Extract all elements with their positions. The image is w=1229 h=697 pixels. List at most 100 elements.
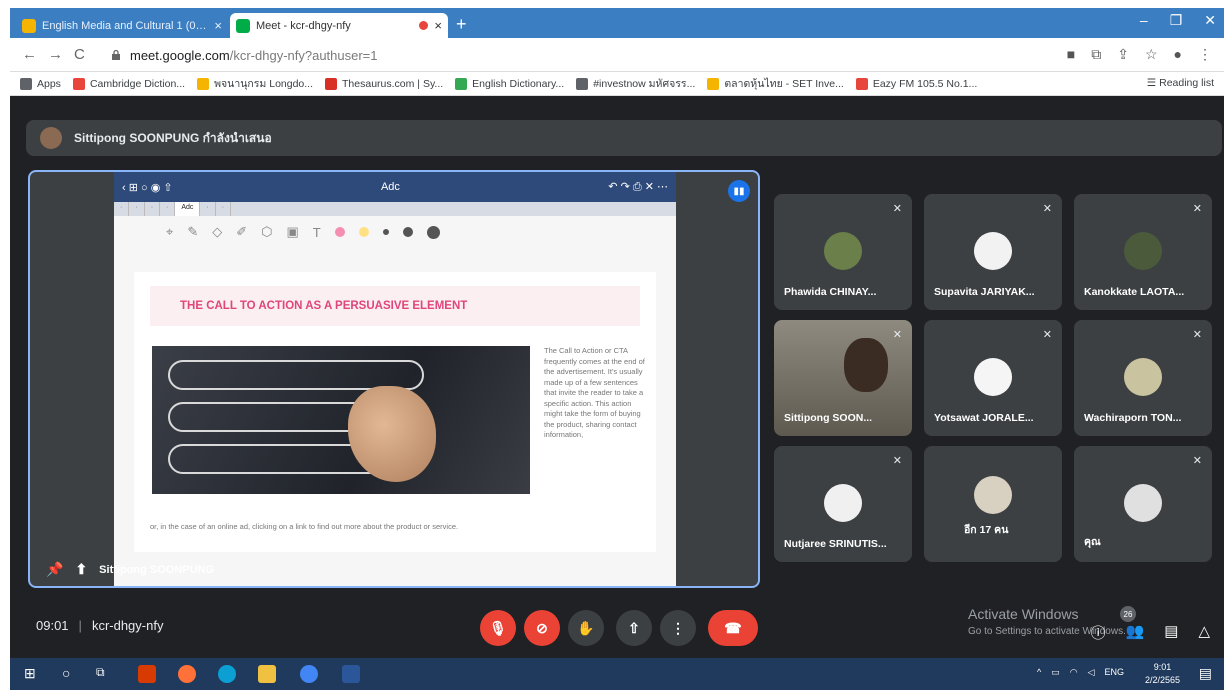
slide-footer: or, in the case of an online ad, clickin…: [150, 522, 459, 531]
bookmarks-bar: Apps Cambridge Diction... พจนานุกรม Long…: [10, 72, 1224, 96]
activities-icon[interactable]: △: [1198, 622, 1210, 643]
search-icon[interactable]: ○: [62, 665, 80, 683]
windows-taskbar: ⊞ ○ ⧉ ^ ▭ ◠ ◁ ENG 9:01 2/2/2565 ▤: [10, 658, 1224, 690]
desktop-screen: English Media and Cultural 1 (03... × Me…: [10, 8, 1224, 690]
bookmark-investnow[interactable]: #investnow มหัศจรร...: [576, 75, 695, 92]
avatar: [824, 484, 862, 522]
translate-icon[interactable]: ⧉: [1091, 46, 1101, 63]
slide-tabs: · · · · Adc · ·: [114, 202, 676, 216]
raise-hand-button[interactable]: ✋: [568, 610, 604, 646]
mic-off-icon: ✕: [1042, 329, 1052, 341]
bookmark-thesaurus[interactable]: Thesaurus.com | Sy...: [325, 77, 443, 90]
chat-icon[interactable]: ▤: [1164, 622, 1178, 643]
address-bar: ← → C meet.google.com/kcr-dhgy-nfy?authu…: [10, 38, 1224, 72]
more-options-button[interactable]: ⋮: [660, 610, 696, 646]
firefox-icon[interactable]: [178, 665, 196, 683]
participant-tile[interactable]: ✕ Kanokkate LAOTA...: [1074, 194, 1212, 310]
camera-icon[interactable]: ■: [1067, 46, 1075, 63]
taskbar-clock[interactable]: 9:01 2/2/2565: [1145, 661, 1180, 687]
apps-icon: [20, 77, 32, 90]
color-dot-icon: [358, 227, 369, 237]
forward-icon[interactable]: →: [48, 46, 63, 63]
back-icon[interactable]: ←: [22, 46, 37, 63]
window-controls: – ❐ ✕: [1140, 12, 1216, 29]
info-icon[interactable]: ⓘ: [1091, 622, 1106, 643]
bookmark-english-dictionary[interactable]: English Dictionary...: [455, 77, 564, 90]
close-tab-icon[interactable]: ×: [434, 18, 442, 33]
longdo-icon: [197, 77, 210, 90]
present-button[interactable]: ⇧: [616, 610, 652, 646]
self-tile[interactable]: ✕ คุณ: [1074, 446, 1212, 562]
mic-off-icon: ✕: [1192, 329, 1202, 341]
avatar: [40, 127, 62, 149]
reading-list-button[interactable]: ☰ Reading list: [1138, 77, 1214, 89]
bookmark-set[interactable]: ตลาดหุ้นไทย - SET Inve...: [707, 75, 844, 92]
tab-meet[interactable]: Meet - kcr-dhgy-nfy ×: [230, 13, 448, 38]
participant-tile[interactable]: ✕ Wachiraporn TON...: [1074, 320, 1212, 436]
slide-app-bar: ‹ ⊞ ○ ◉ ⇧ Adc ↶ ↷ ⎙ ✕ ⋯: [114, 172, 676, 202]
pin-icon[interactable]: 📌: [46, 561, 63, 578]
star-icon[interactable]: ☆: [1145, 46, 1158, 63]
color-dot-icon: [402, 227, 413, 237]
bookmark-cambridge[interactable]: Cambridge Diction...: [72, 77, 185, 90]
set-icon: [707, 77, 720, 90]
volume-icon[interactable]: ◁: [1088, 667, 1095, 678]
new-tab-button[interactable]: +: [456, 14, 467, 35]
wifi-icon[interactable]: ◠: [1070, 667, 1078, 678]
word-icon[interactable]: [342, 665, 360, 683]
presenter-banner: Sittipong SOONPUNG กำลังนำเสนอ: [26, 120, 1222, 156]
start-icon[interactable]: ⊞: [24, 665, 42, 683]
close-tab-icon[interactable]: ×: [214, 18, 222, 33]
participant-tile[interactable]: ✕ Nutjaree SRINUTIS...: [774, 446, 912, 562]
text-icon: T: [312, 224, 321, 240]
presentation-stage[interactable]: ‹ ⊞ ○ ◉ ⇧ Adc ↶ ↷ ⎙ ✕ ⋯ · · · · Adc · · ⌖ ✎ ◇ …: [28, 170, 760, 588]
investnow-icon: [576, 77, 589, 90]
task-view-icon[interactable]: ⧉: [96, 665, 114, 683]
mic-toggle-button[interactable]: 🎙: [480, 610, 516, 646]
close-window-icon[interactable]: ✕: [1204, 12, 1216, 29]
chrome-icon[interactable]: [300, 665, 318, 683]
bookmark-eazyfm[interactable]: Eazy FM 105.5 No.1...: [855, 77, 977, 90]
more-participants-tile[interactable]: อีก 17 คน: [924, 446, 1062, 562]
lasso-icon: ⌖: [166, 224, 174, 239]
extension-icons: ■ ⧉ ⇪ ☆ ● ⋮: [1067, 46, 1212, 63]
recording-icon: [419, 21, 429, 30]
url-field[interactable]: meet.google.com/kcr-dhgy-nfy?authuser=1: [110, 44, 1010, 66]
mic-off-icon: ✕: [892, 455, 902, 467]
office-icon[interactable]: [138, 665, 156, 683]
battery-icon[interactable]: ▭: [1051, 667, 1060, 678]
maximize-icon[interactable]: ❐: [1170, 12, 1183, 29]
participant-tile[interactable]: ✕ Supavita JARIYAK...: [924, 194, 1062, 310]
stage-label: 📌 ⬆ Sittipong SOONPUNG: [46, 561, 215, 578]
participant-tile-video[interactable]: ✕ Sittipong SOON...: [774, 320, 912, 436]
bookmark-apps[interactable]: Apps: [20, 77, 61, 90]
tab-english-media[interactable]: English Media and Cultural 1 (03... ×: [16, 13, 228, 38]
minimize-icon[interactable]: –: [1140, 12, 1148, 29]
color-dot-icon: [382, 229, 389, 235]
camera-toggle-button[interactable]: ⊘: [524, 610, 560, 646]
chevron-up-icon[interactable]: ^: [1037, 667, 1041, 678]
participant-tile[interactable]: ✕ Yotsawat JORALE...: [924, 320, 1062, 436]
share-icon[interactable]: ⇪: [1117, 46, 1129, 63]
shapes-icon: ⬡: [261, 224, 273, 239]
people-icon[interactable]: 👥: [1126, 622, 1145, 643]
mic-off-icon: ✕: [1192, 455, 1202, 467]
avatar: [1124, 484, 1162, 522]
slide-title: THE CALL TO ACTION AS A PERSUASIVE ELEME…: [150, 286, 640, 326]
edge-icon[interactable]: [218, 665, 236, 683]
tab-strip: English Media and Cultural 1 (03... × Me…: [10, 8, 1224, 38]
slide-image: [152, 346, 530, 494]
speaking-indicator-icon: ▮▮: [728, 180, 750, 202]
video-person: [844, 338, 888, 392]
leave-call-button[interactable]: ☎: [708, 610, 758, 646]
menu-icon[interactable]: ⋮: [1198, 46, 1212, 63]
slide-body: The Call to Action or CTA frequently com…: [544, 346, 645, 439]
file-explorer-icon[interactable]: [258, 665, 276, 683]
profile-icon[interactable]: ●: [1174, 46, 1182, 63]
eazyfm-icon: [855, 77, 868, 90]
bookmark-longdo[interactable]: พจนานุกรม Longdo...: [197, 75, 313, 92]
notification-icon[interactable]: ▤: [1199, 665, 1212, 682]
mic-off-icon: ✕: [892, 203, 902, 215]
participant-tile[interactable]: ✕ Phawida CHINAY...: [774, 194, 912, 310]
reload-icon[interactable]: C: [74, 46, 85, 63]
